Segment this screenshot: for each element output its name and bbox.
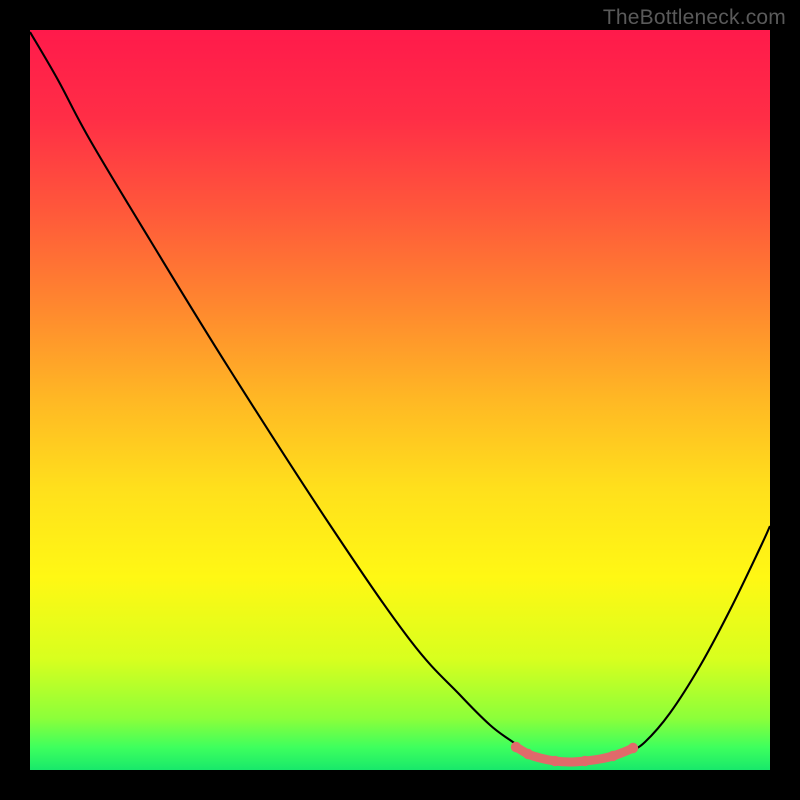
gradient-background <box>30 30 770 770</box>
watermark-text: TheBottleneck.com <box>603 6 786 30</box>
optimal-region-dot <box>608 751 618 761</box>
optimal-region-dot <box>580 756 590 766</box>
optimal-region-dot <box>550 756 560 766</box>
optimal-region-dot <box>523 749 533 759</box>
chart-container: TheBottleneck.com <box>0 0 800 800</box>
plot-area <box>30 30 770 770</box>
optimal-region-dot <box>511 742 521 752</box>
optimal-region-dot <box>628 743 638 753</box>
plot-svg <box>30 30 770 770</box>
